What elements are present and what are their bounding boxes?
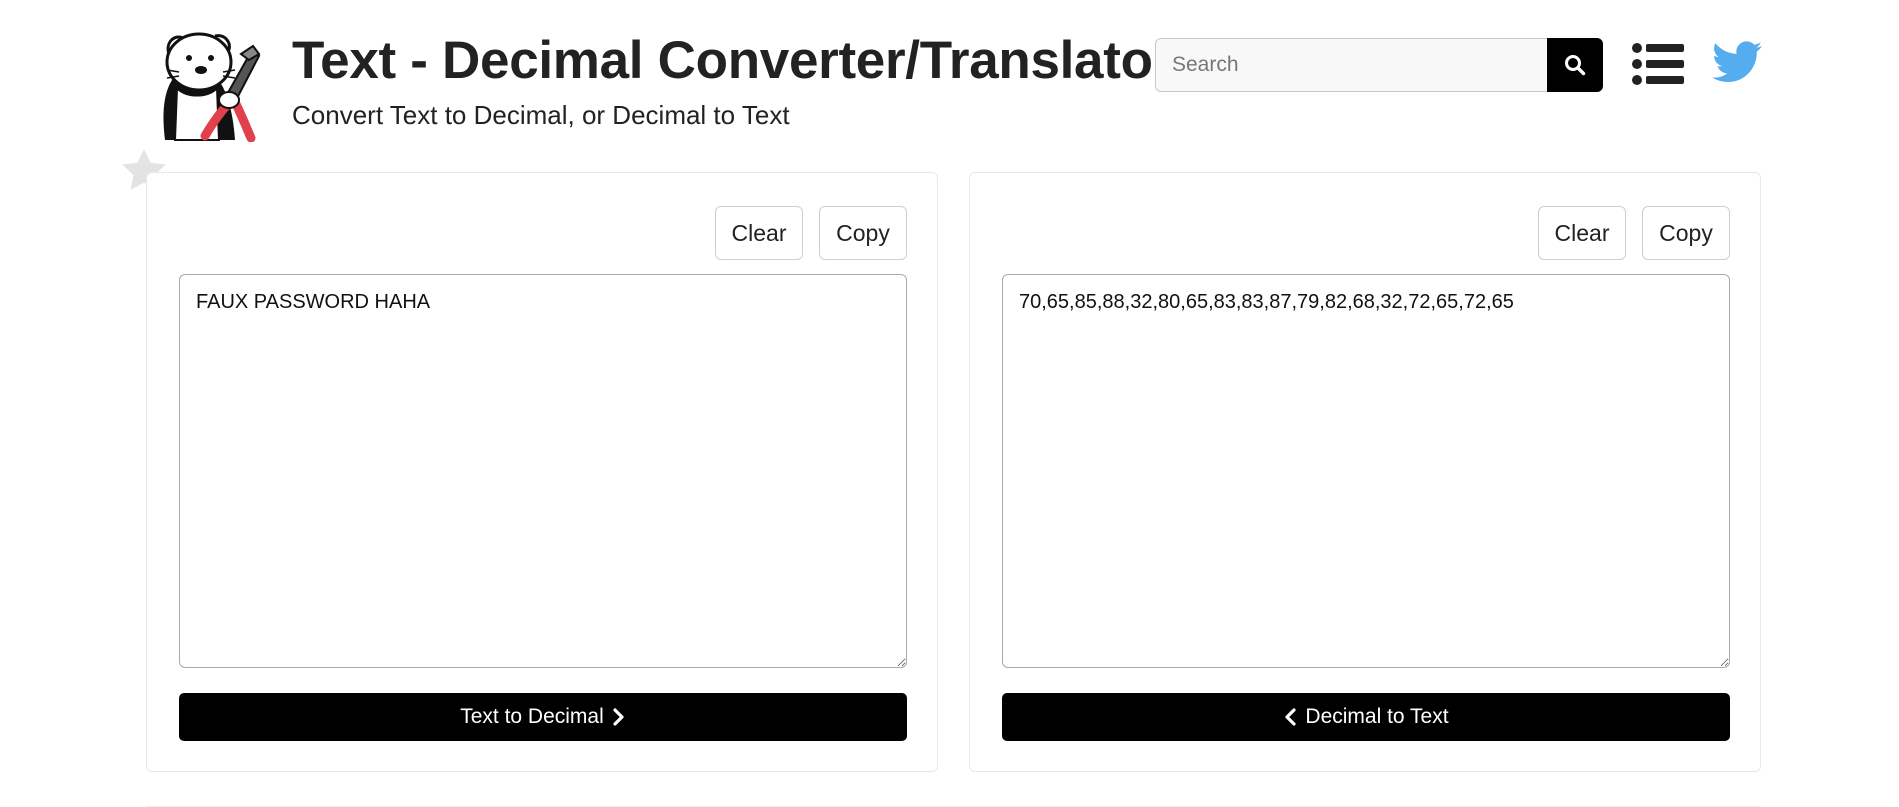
search-button[interactable] [1547,38,1603,92]
text-input-field[interactable]: FAUX PASSWORD HAHA [179,274,907,668]
list-icon [1632,43,1684,85]
page-title: Text - Decimal Converter/Translator [292,31,1173,90]
twitter-bird-icon [1712,41,1762,82]
chevron-left-icon [1285,708,1297,726]
decimal-input-panel: Clear Copy 70,65,85,88,32,80,65,83,83,87… [969,172,1761,772]
decimal-to-text-button[interactable]: Decimal to Text [1002,693,1730,741]
menu-button[interactable] [1632,42,1684,86]
search-icon [1565,55,1586,76]
page-subtitle: Convert Text to Decimal, or Decimal to T… [292,100,790,130]
text-input-panel: Clear Copy FAUX PASSWORD HAHA Text to De… [146,172,938,772]
decimal-input-field[interactable]: 70,65,85,88,32,80,65,83,83,87,79,82,68,3… [1002,274,1730,668]
search-bar [1155,38,1603,92]
copy-text-button[interactable]: Copy [819,206,907,260]
chevron-right-icon [613,708,624,726]
clear-text-button[interactable]: Clear [715,206,803,260]
text-to-decimal-button[interactable]: Text to Decimal [179,693,907,741]
clear-decimal-button[interactable]: Clear [1538,206,1626,260]
decimal-to-text-label: Decimal to Text [1305,705,1449,728]
copy-decimal-button[interactable]: Copy [1642,206,1730,260]
twitter-link[interactable] [1712,40,1762,84]
otter-logo-icon [163,32,261,143]
text-to-decimal-label: Text to Decimal [460,705,604,728]
search-input[interactable] [1155,38,1547,92]
site-logo[interactable] [155,28,267,143]
